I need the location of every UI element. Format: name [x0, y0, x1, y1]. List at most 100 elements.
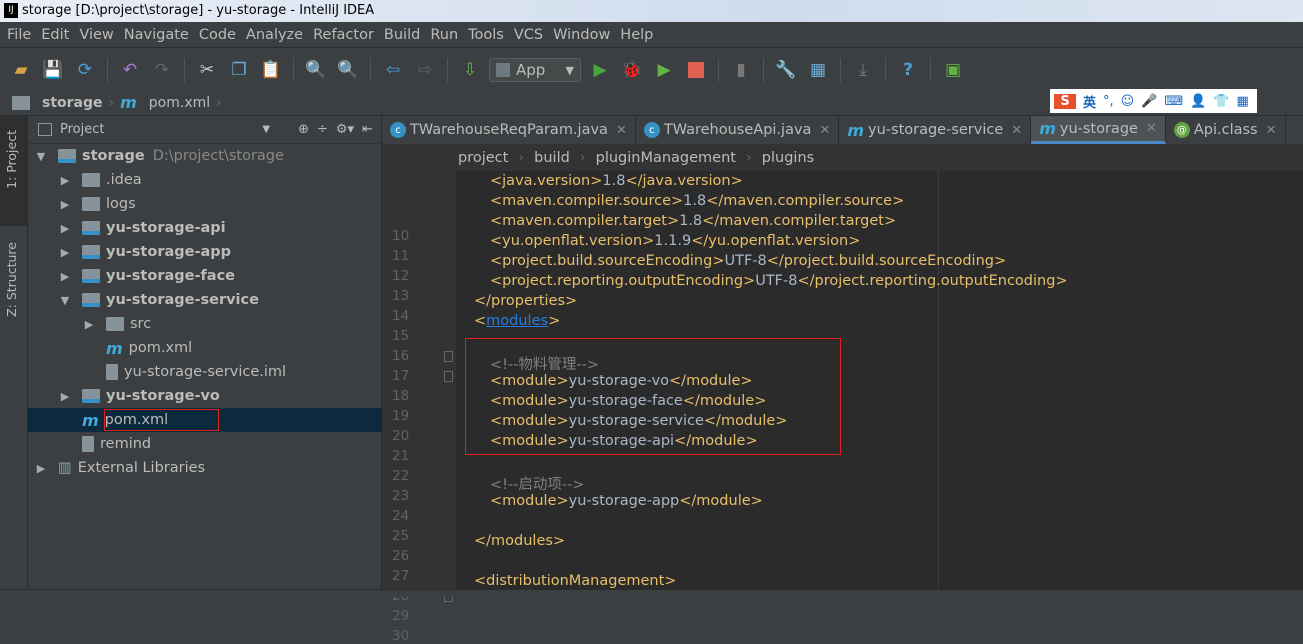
tab-twarehousereqparam-java[interactable]: c TWarehouseReqParam.java ✕	[382, 116, 636, 144]
menu-tools[interactable]: Tools	[463, 27, 509, 43]
tree-item[interactable]: ▶ yu-storage-face	[28, 264, 382, 288]
coverage-icon[interactable]: ▶	[651, 57, 677, 83]
tab-yu-storage[interactable]: m yu-storage ✕	[1031, 116, 1166, 144]
grid-icon[interactable]: ▦	[1237, 94, 1249, 109]
menu-code[interactable]: Code	[194, 27, 241, 43]
expanded-arrow-icon[interactable]: ▼	[58, 294, 72, 307]
project-view-select[interactable]: Project	[60, 122, 104, 137]
tree-item[interactable]: ▶ .idea	[28, 168, 382, 192]
replace-icon[interactable]: 🔍	[335, 57, 361, 83]
keyboard-icon[interactable]: ⌨	[1164, 94, 1183, 109]
breadcrumb-item[interactable]: project	[458, 150, 508, 166]
user-icon[interactable]: 👤	[1190, 94, 1206, 109]
hide-panel-icon[interactable]: ⇤	[362, 122, 373, 137]
run-config-select[interactable]: App ▼	[489, 58, 581, 82]
menu-run[interactable]: Run	[425, 27, 463, 43]
stop-icon[interactable]	[683, 57, 709, 83]
tree-item[interactable]: ▶ yu-storage-vo	[28, 384, 382, 408]
copy-icon[interactable]: ❐	[226, 57, 252, 83]
collapsed-arrow-icon[interactable]: ▶	[58, 246, 72, 259]
tool-tab-structure[interactable]: Z: Structure	[4, 242, 19, 317]
undo-icon[interactable]: ↶	[117, 57, 143, 83]
tab-api-class[interactable]: @ Api.class ✕	[1166, 116, 1286, 144]
collapsed-arrow-icon[interactable]: ▶	[58, 174, 72, 187]
skin-icon[interactable]: 👕	[1213, 94, 1229, 109]
device-icon[interactable]: ▮	[728, 57, 754, 83]
paste-icon[interactable]: 📋	[258, 57, 284, 83]
emoji-icon[interactable]: ☺	[1121, 94, 1135, 109]
code-line: <!--启动项-->	[490, 473, 585, 494]
tree-item[interactable]: m pom.xml	[28, 336, 382, 360]
menu-build[interactable]: Build	[379, 27, 425, 43]
collapsed-arrow-icon[interactable]: ▶	[58, 270, 72, 283]
tab-yu-storage-service[interactable]: m yu-storage-service ✕	[839, 116, 1032, 144]
collapse-all-icon[interactable]: ÷	[317, 122, 328, 137]
ime-lang[interactable]: 英	[1083, 92, 1096, 111]
collapsed-arrow-icon[interactable]: ▶	[58, 390, 72, 403]
tree-item[interactable]: ▶ yu-storage-app	[28, 240, 382, 264]
sogou-icon[interactable]: S	[1054, 93, 1076, 109]
breadcrumb-item[interactable]: plugins	[762, 150, 814, 166]
close-icon[interactable]: ✕	[819, 123, 830, 138]
breadcrumb-item[interactable]: build	[534, 150, 570, 166]
find-icon[interactable]: 🔍	[303, 57, 329, 83]
menu-analyze[interactable]: Analyze	[241, 27, 308, 43]
collapsed-arrow-icon[interactable]: ▶	[82, 318, 96, 331]
save-icon[interactable]: 💾	[40, 57, 66, 83]
close-icon[interactable]: ✕	[1266, 123, 1277, 138]
tree-item[interactable]: ▼ yu-storage-service	[28, 288, 382, 312]
chevron-right-icon: ›	[518, 150, 525, 166]
menu-view[interactable]: View	[74, 27, 118, 43]
tree-item[interactable]: remind	[28, 432, 382, 456]
menu-edit[interactable]: Edit	[36, 27, 74, 43]
forward-icon[interactable]: ⇨	[412, 57, 438, 83]
tree-item[interactable]: ▶ logs	[28, 192, 382, 216]
back-icon[interactable]: ⇦	[380, 57, 406, 83]
nav-item-storage[interactable]: storage	[42, 95, 103, 111]
close-icon[interactable]: ✕	[616, 123, 627, 138]
locate-icon[interactable]: ⊕	[298, 122, 309, 137]
plugin-icon[interactable]: ▣	[940, 57, 966, 83]
tree-item[interactable]: ▶ yu-storage-api	[28, 216, 382, 240]
tree-item[interactable]: ▶ ▥ External Libraries	[28, 456, 382, 480]
close-icon[interactable]: ✕	[1011, 123, 1022, 138]
sync-icon[interactable]: ⟳	[72, 57, 98, 83]
gear-icon[interactable]: ⚙▾	[336, 122, 354, 137]
breadcrumb-item[interactable]: pluginManagement	[596, 150, 736, 166]
menu-help[interactable]: Help	[615, 27, 658, 43]
download-icon[interactable]: ⤓	[850, 57, 876, 83]
debug-icon[interactable]: 🐞	[619, 57, 645, 83]
tree-item[interactable]: m pom.xml	[28, 408, 382, 432]
close-icon[interactable]: ✕	[1146, 121, 1157, 136]
settings-wrench-icon[interactable]: 🔧	[773, 57, 799, 83]
collapsed-arrow-icon[interactable]: ▶	[58, 198, 72, 211]
nav-item-pom[interactable]: pom.xml	[149, 95, 210, 111]
menu-file[interactable]: File	[2, 27, 36, 43]
ime-toolbar: S 英 °, ☺ 🎤 ⌨ 👤 👕 ▦	[1050, 89, 1257, 113]
tool-tab-project[interactable]: 1: Project	[4, 130, 19, 189]
collapsed-arrow-icon[interactable]: ▶	[58, 222, 72, 235]
tree-item[interactable]: ▼ storage D:\project\storage	[28, 144, 382, 168]
chevron-down-icon[interactable]: ▼	[262, 124, 270, 135]
fold-marker-icon[interactable]	[444, 371, 453, 382]
redo-icon[interactable]: ↷	[149, 57, 175, 83]
menu-refactor[interactable]: Refactor	[308, 27, 379, 43]
menu-navigate[interactable]: Navigate	[119, 27, 194, 43]
project-structure-icon[interactable]: ▦	[805, 57, 831, 83]
expanded-arrow-icon[interactable]: ▼	[34, 150, 48, 163]
build-icon[interactable]: ⇩	[457, 57, 483, 83]
menu-window[interactable]: Window	[548, 27, 615, 43]
open-folder-icon[interactable]: ▰	[8, 57, 34, 83]
tree-item[interactable]: yu-storage-service.iml	[28, 360, 382, 384]
menu-vcs[interactable]: VCS	[509, 27, 548, 43]
fold-marker-icon[interactable]	[444, 351, 453, 362]
microphone-icon[interactable]: 🎤	[1141, 94, 1157, 109]
tree-item[interactable]: ▶ src	[28, 312, 382, 336]
tab-twarehouseapi-java[interactable]: c TWarehouseApi.java ✕	[636, 116, 840, 144]
cut-icon[interactable]: ✂	[194, 57, 220, 83]
punctuation-icon[interactable]: °,	[1103, 94, 1114, 109]
collapsed-arrow-icon[interactable]: ▶	[34, 462, 48, 475]
code-token: <yu.openflat.version>	[490, 233, 655, 249]
help-icon[interactable]: ?	[895, 57, 921, 83]
run-icon[interactable]: ▶	[587, 57, 613, 83]
